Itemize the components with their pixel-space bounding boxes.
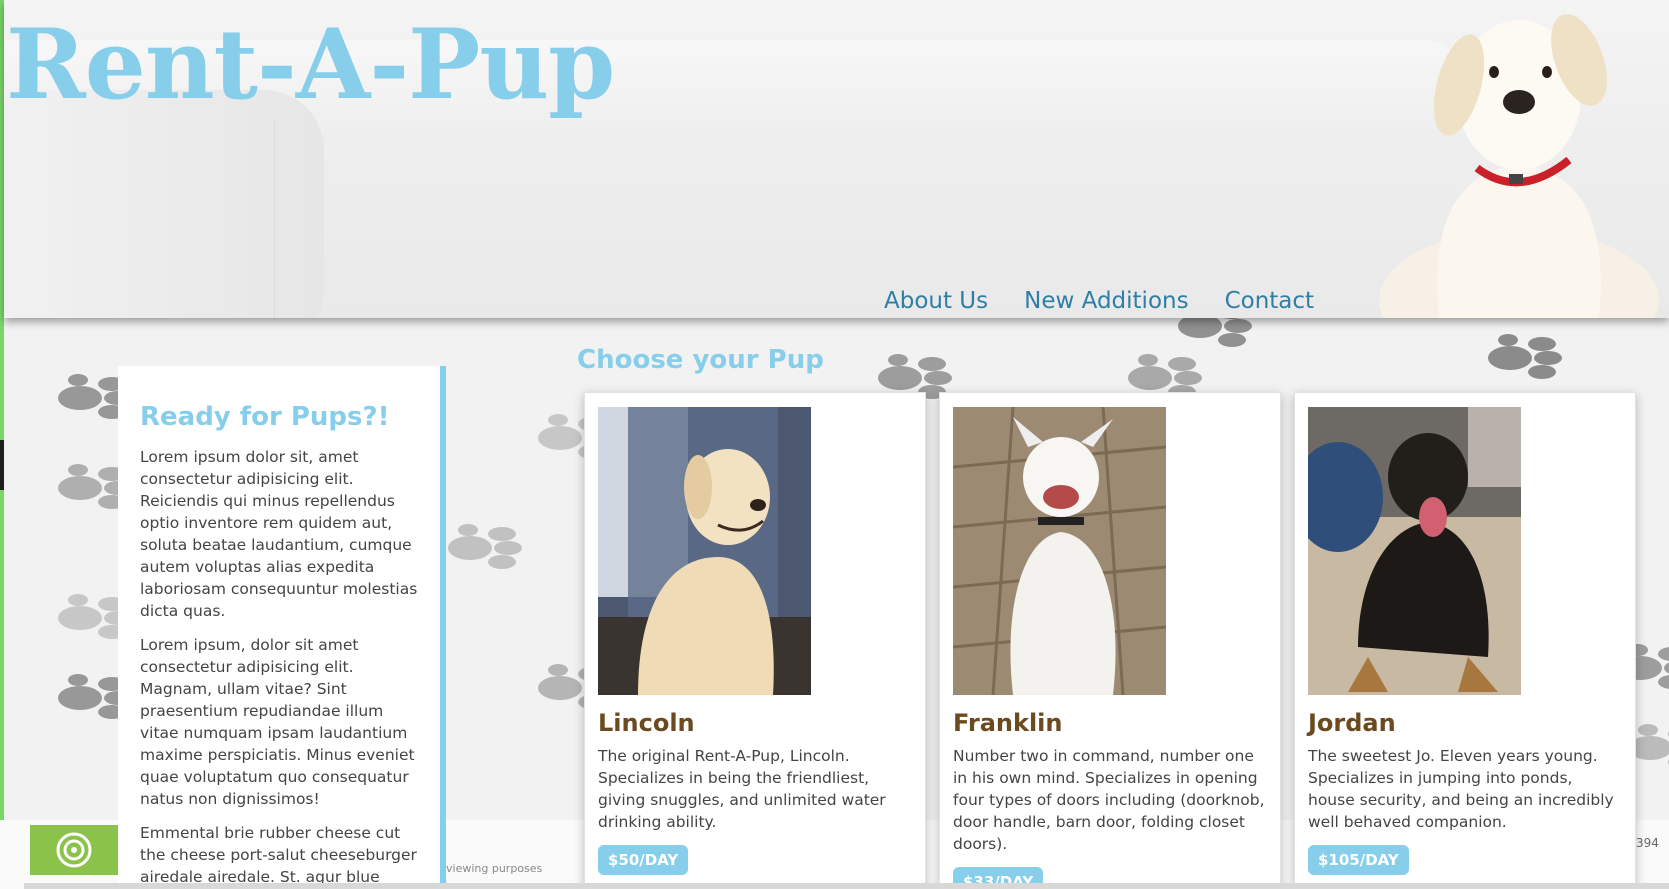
- price-badge[interactable]: $50/DAY: [598, 845, 689, 875]
- spiral-icon: [56, 832, 92, 868]
- pup-card-lincoln[interactable]: Lincoln The original Rent-A-Pup, Lincoln…: [584, 392, 926, 889]
- sidebar-panel: Ready for Pups?! Lorem ipsum dolor sit, …: [118, 366, 446, 889]
- sidebar-paragraph: Lorem ipsum, dolor sit amet consectetur …: [140, 636, 415, 808]
- lincoln-photo: [598, 407, 811, 695]
- pup-description: The original Rent-A-Pup, Lincoln. Specia…: [598, 747, 886, 831]
- franklin-photo: [953, 407, 1166, 695]
- jordan-photo: [1308, 407, 1521, 695]
- header-sofa-line: [274, 120, 275, 318]
- pup-name: Franklin: [953, 709, 1063, 737]
- nav-new-additions[interactable]: New Additions: [1024, 288, 1188, 314]
- sidebar-title: Ready for Pups?!: [140, 402, 390, 432]
- footer-text: viewing purposes: [446, 862, 543, 875]
- pup-name: Jordan: [1308, 709, 1396, 737]
- header-puppy-image: [1379, 14, 1659, 318]
- pup-card-franklin[interactable]: Franklin Number two in command, number o…: [939, 392, 1281, 889]
- pup-description: The sweetest Jo. Eleven years young. Spe…: [1308, 747, 1614, 831]
- pup-name: Lincoln: [598, 709, 695, 737]
- nav-about-us[interactable]: About Us: [884, 288, 988, 314]
- pup-card-jordan[interactable]: Jordan The sweetest Jo. Eleven years you…: [1294, 392, 1636, 889]
- horizontal-scrollbar[interactable]: [24, 883, 1669, 889]
- sidebar-paragraph: Lorem ipsum dolor sit, amet consectetur …: [140, 448, 418, 620]
- sidebar-paragraph: Emmental brie rubber cheese cut the chee…: [140, 824, 417, 886]
- nav-contact[interactable]: Contact: [1225, 288, 1314, 314]
- footer-logo-badge: [30, 825, 118, 875]
- header-sofa-arm: [4, 90, 324, 318]
- site-header: Rent-A-Pup About Us New Additions Contac…: [4, 0, 1669, 318]
- price-badge[interactable]: $105/DAY: [1308, 845, 1409, 875]
- pup-description: Number two in command, number one in his…: [953, 747, 1265, 853]
- section-title: Choose your Pup: [577, 345, 824, 375]
- main-nav: About Us New Additions Contact: [884, 288, 1314, 314]
- footer-number: 394: [1636, 836, 1659, 850]
- site-logo[interactable]: Rent-A-Pup: [6, 12, 615, 118]
